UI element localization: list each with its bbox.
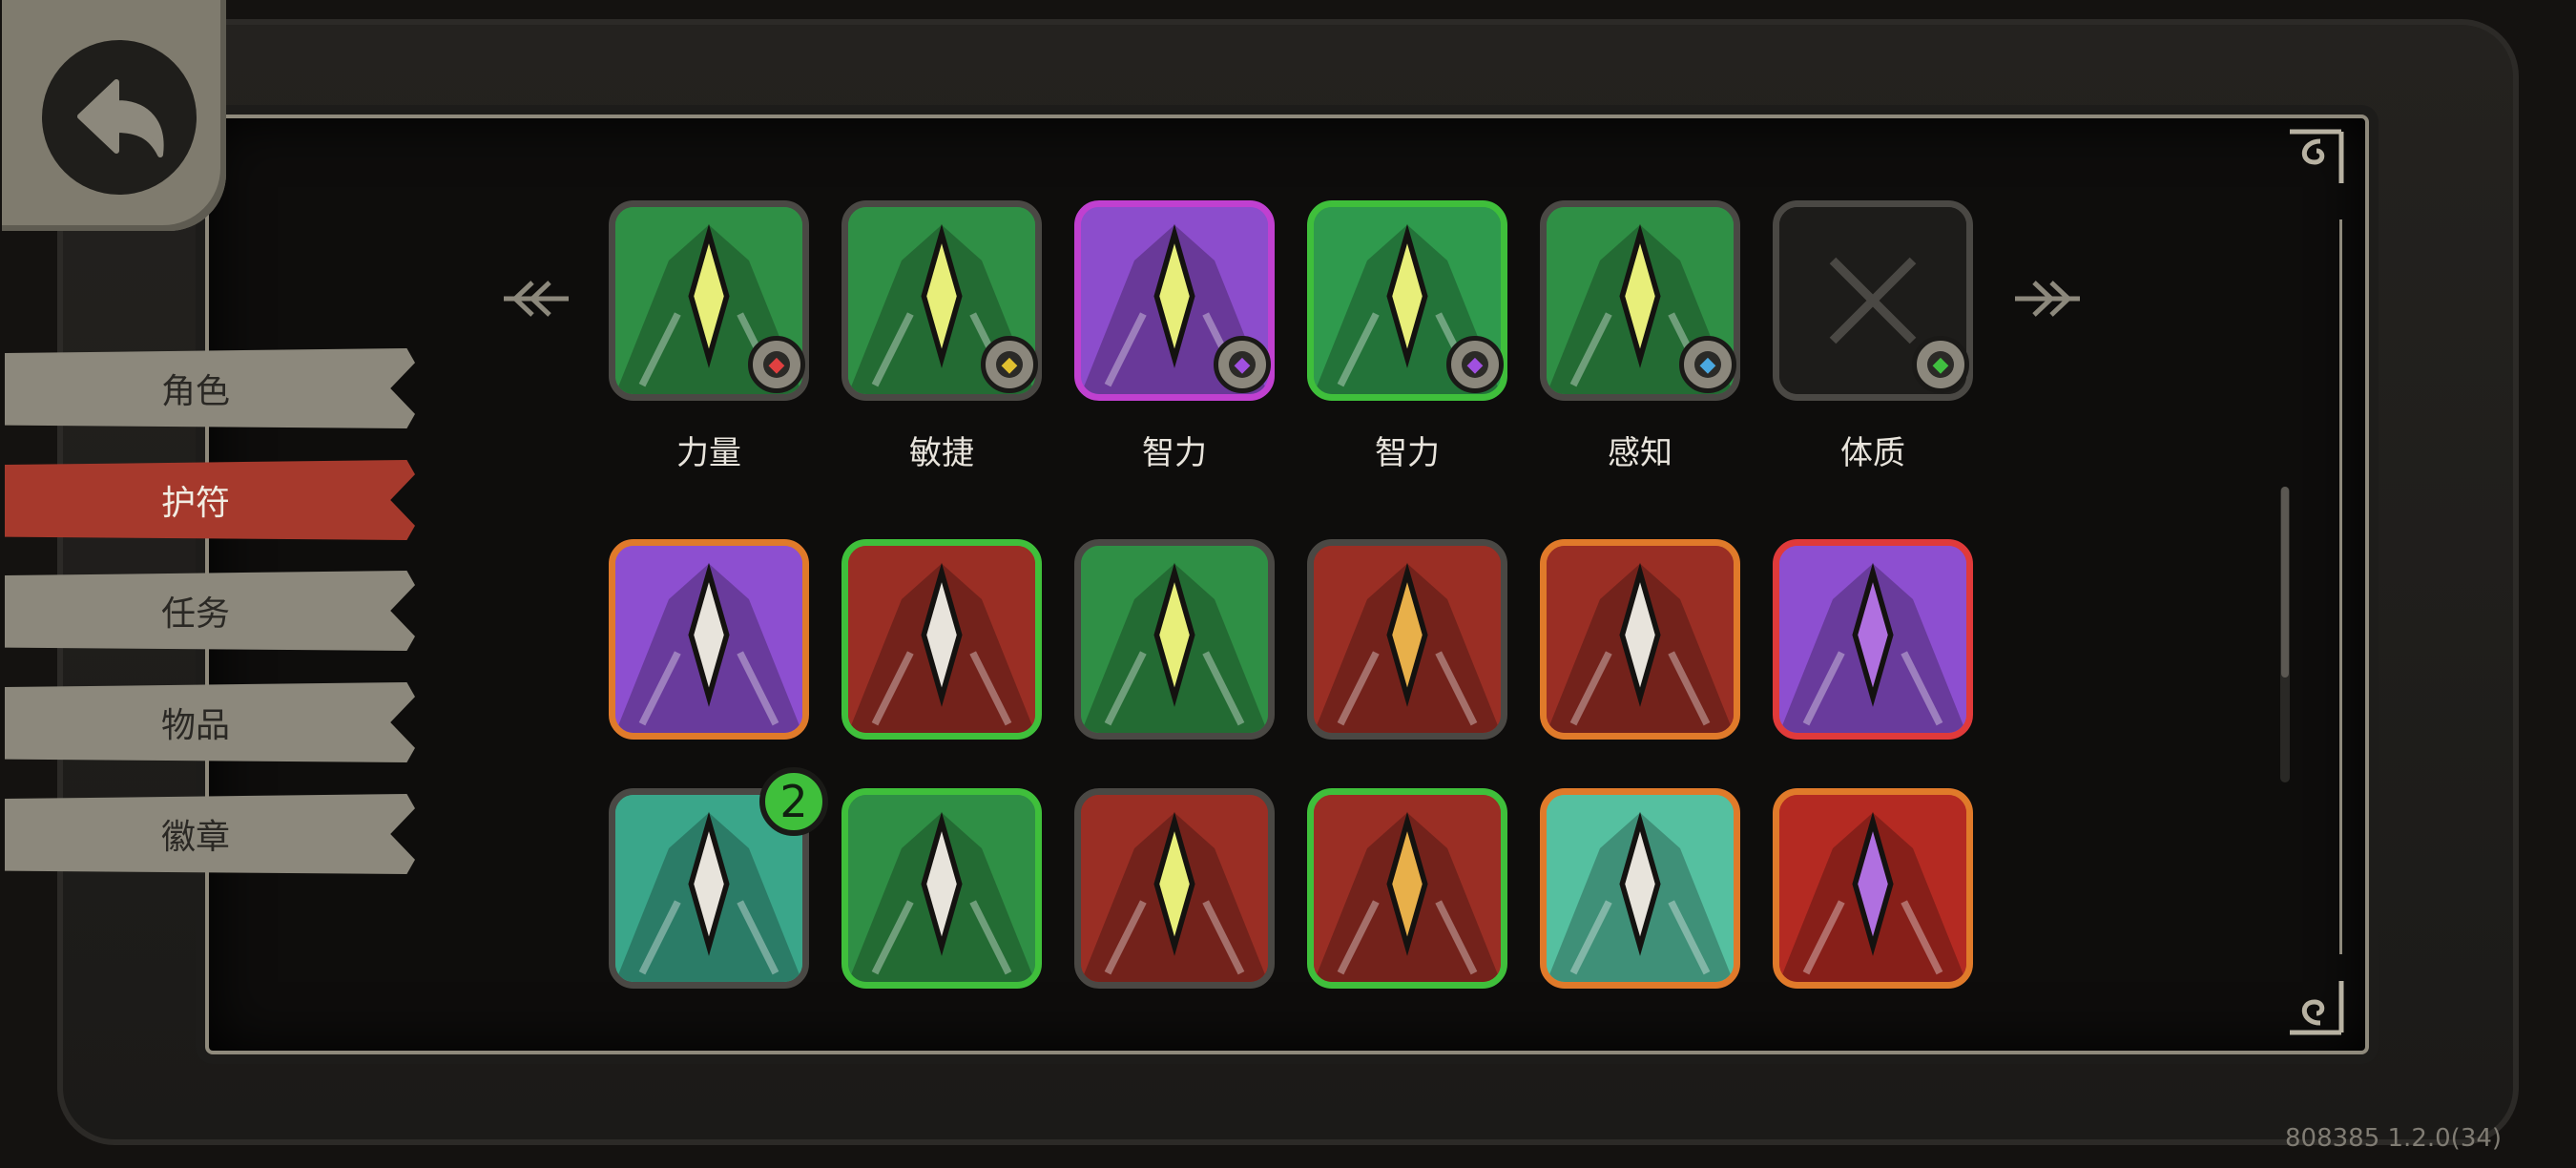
stat-label: 感知 [1608,434,1672,472]
purple-swirl-icon: ◆ [1214,336,1271,393]
dagger-charm-icon[interactable] [841,539,1042,740]
stat-label: 智力 [1375,434,1440,472]
tab-label: 角色 [160,372,230,411]
purple-crescent-charm-icon[interactable] [1773,539,1973,740]
charm-panel [205,115,2369,1054]
tab-label: 物品 [160,706,230,745]
blue-star-icon: ◆ [1679,336,1736,393]
tab-label: 徽章 [160,818,230,857]
prev-page-arrow-icon[interactable] [494,275,571,323]
bullet-charm-icon[interactable] [1307,539,1507,740]
scrollbar-thumb[interactable] [2281,487,2289,678]
ammo-charm-icon[interactable] [1540,788,1740,989]
tab-badges[interactable]: 徽章 [5,794,415,874]
version-label: 808385 1.2.0(34) [2285,1124,2503,1153]
stat-label: 力量 [676,434,741,472]
green-shield-icon: ◆ [1912,336,1969,393]
back-button[interactable] [2,0,226,231]
stat-label: 智力 [1142,434,1207,472]
purple-swirl-icon: ◆ [1446,336,1504,393]
claw-charm-icon[interactable] [1074,788,1275,989]
back-icon [42,40,197,195]
fang-charm-icon[interactable] [1773,788,1973,989]
ladder-charm-icon[interactable] [609,539,809,740]
yellow-chevron-icon: ◆ [981,336,1038,393]
shield-orb-charm-icon[interactable] [1540,539,1740,740]
stat-label: 敏捷 [909,434,974,472]
tab-label: 护符 [160,484,230,523]
tab-label: 任务 [160,594,230,634]
tab-items[interactable]: 物品 [5,682,415,762]
corner-ornament-icon [2290,129,2344,183]
corner-ornament-icon [2290,981,2344,1035]
panel-edge-line [2339,219,2342,954]
red-arrowhead-charm-icon[interactable] [841,788,1042,989]
tab-charms[interactable]: 护符 [5,460,415,540]
red-fist-icon: ◆ [748,336,805,393]
stat-label: 体质 [1840,434,1905,472]
tab-quests[interactable]: 任务 [5,571,415,651]
next-page-arrow-icon[interactable] [2013,275,2089,323]
green-mask-charm-icon[interactable] [1074,539,1275,740]
charm-count-badge: 2 [759,767,828,836]
demon-charm-icon[interactable] [1307,788,1507,989]
tab-role[interactable]: 角色 [5,348,415,428]
